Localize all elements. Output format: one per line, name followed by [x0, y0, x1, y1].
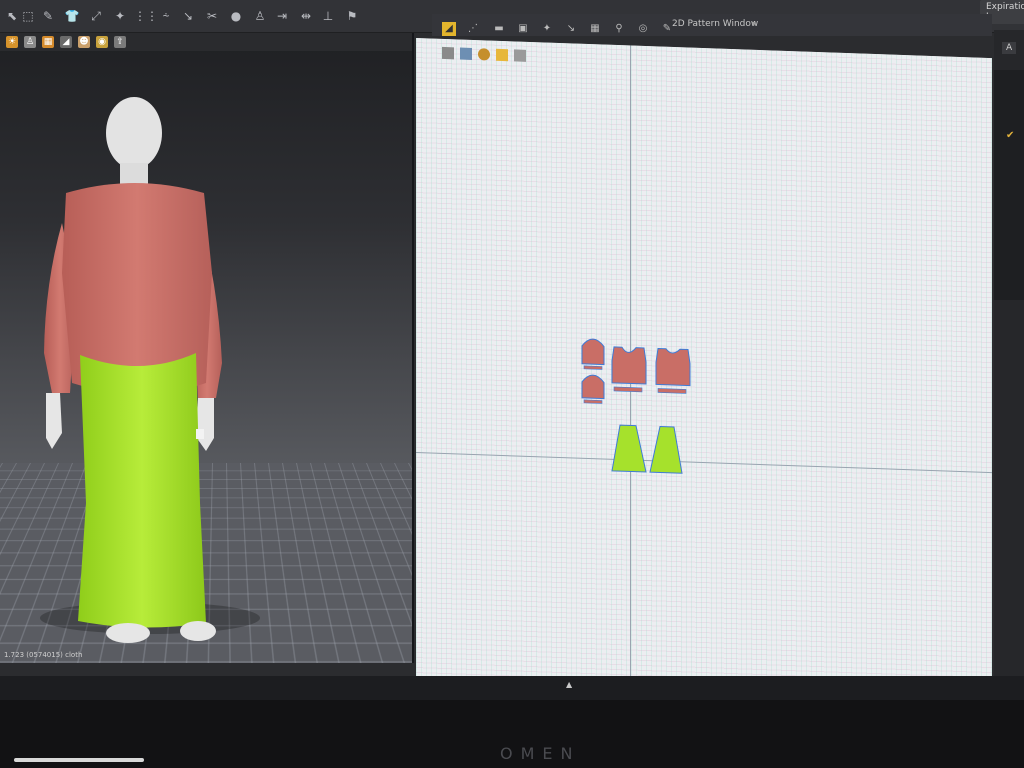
pattern-canvas[interactable]: [416, 38, 992, 700]
info-tool-icon[interactable]: [478, 48, 490, 60]
pattern-window-title: 2D Pattern Window: [672, 19, 758, 29]
pin-icon[interactable]: ⊥: [320, 8, 336, 24]
internal-line-icon[interactable]: ▦: [588, 22, 602, 36]
run-icon[interactable]: ⚑: [344, 8, 360, 24]
select-icon[interactable]: ⬚: [20, 8, 36, 24]
chevron-down-icon[interactable]: ▾: [752, 19, 756, 28]
segment-icon[interactable]: ✦: [540, 22, 554, 36]
panel-tab[interactable]: A: [1002, 42, 1016, 54]
front-bodice-piece[interactable]: [612, 347, 646, 384]
shirt-icon[interactable]: 👕: [64, 8, 80, 24]
cuff-piece-top[interactable]: [584, 366, 602, 370]
stitch-icon[interactable]: ◎: [636, 22, 650, 36]
back-bodice-piece[interactable]: [656, 348, 690, 385]
skirt-front-panel[interactable]: [612, 425, 646, 472]
grid-icon[interactable]: ⋮⋮: [134, 8, 150, 24]
left-foot: [106, 623, 150, 643]
tag-marker: [196, 429, 204, 439]
sleeve-piece-top[interactable]: [582, 339, 604, 365]
avatar-scene[interactable]: [0, 33, 412, 663]
notch-icon[interactable]: ⚲: [612, 22, 626, 36]
chevron-up-icon[interactable]: ▲: [566, 680, 572, 689]
sleeve-piece-bottom[interactable]: [582, 375, 604, 399]
fit-tool-icon[interactable]: [460, 48, 472, 60]
transform-icon[interactable]: ⋰: [466, 22, 480, 36]
panel-body: ✔: [994, 70, 1024, 300]
rect-icon[interactable]: ▬: [492, 22, 506, 36]
pattern-pieces[interactable]: [416, 38, 992, 700]
brush-icon[interactable]: ⸞: [158, 8, 174, 24]
dart-icon[interactable]: ↘: [564, 22, 578, 36]
viewport-3d[interactable]: ☀ ♙ ▦ ◢ ☻ ◉ ⇪ 1.723 (0574015) cloth: [0, 33, 414, 663]
avatar-head: [106, 97, 162, 169]
status-light: [14, 758, 144, 762]
edit-icon[interactable]: ◢: [442, 22, 456, 36]
tool-icon[interactable]: ⤢: [88, 8, 104, 24]
skirt[interactable]: [78, 353, 206, 628]
app-screen: ⬉ ⬚ ✎ 👕 ⤢ ✦ ⋮⋮ ⸞ ↘ ✂ ● ♙ ⇥ ⇹ ⊥ ⚑ Expirat…: [0, 0, 1024, 700]
cuff-piece-bottom[interactable]: [584, 400, 602, 404]
back-waistband-piece[interactable]: [658, 388, 686, 393]
status-readout: 1.723 (0574015) cloth: [4, 651, 82, 659]
skirt-back-panel[interactable]: [650, 426, 682, 473]
right-hand: [196, 398, 214, 451]
front-waistband-piece[interactable]: [614, 387, 642, 392]
pointer-icon[interactable]: ⬉: [4, 8, 20, 24]
bottom-bar: ▲: [0, 676, 1024, 700]
pen-icon[interactable]: ✎: [40, 8, 56, 24]
property-panel: A ✔: [994, 30, 1024, 690]
tape-icon[interactable]: ↘: [180, 8, 196, 24]
right-foot: [180, 621, 216, 641]
mirror-icon[interactable]: ⇹: [298, 8, 314, 24]
walk-icon[interactable]: ✦: [112, 8, 128, 24]
brand-logo: OMEN: [500, 744, 580, 763]
pointer-tool-icon[interactable]: [442, 47, 454, 59]
checkmark-icon[interactable]: ✔: [1006, 130, 1014, 141]
cut-icon[interactable]: ✂: [204, 8, 220, 24]
export-tool-icon[interactable]: [514, 49, 526, 61]
avatar-icon[interactable]: ♙: [252, 8, 268, 24]
arrows-icon[interactable]: ⇥: [274, 8, 290, 24]
texture-tool-icon[interactable]: [496, 49, 508, 61]
left-hand: [46, 393, 62, 449]
sphere-icon[interactable]: ●: [228, 8, 244, 24]
pattern-window-toolbar: ◢ ⋰ ▬ ▣ ✦ ↘ ▦ ⚲ ◎ ✎ 2D Pattern Window ▾ …: [432, 14, 992, 36]
curve-icon[interactable]: ▣: [516, 22, 530, 36]
